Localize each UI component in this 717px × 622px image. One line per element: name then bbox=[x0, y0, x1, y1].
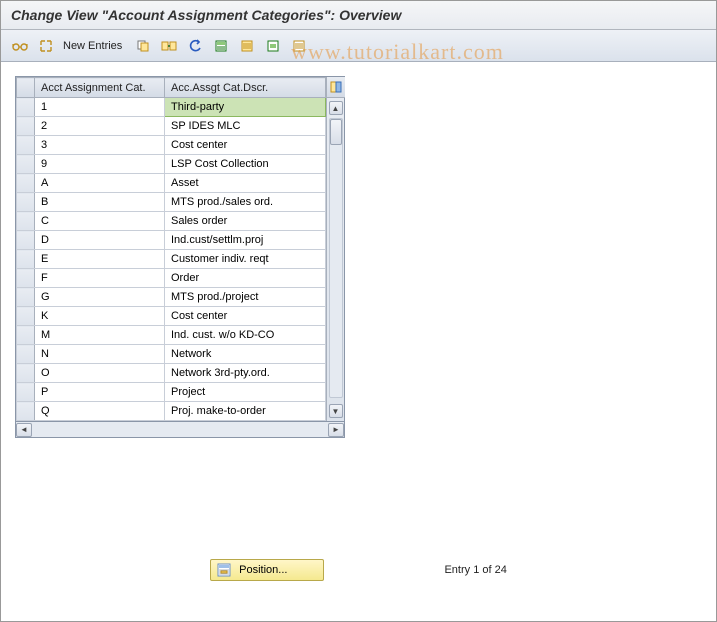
row-selector[interactable] bbox=[17, 250, 35, 269]
scroll-down-button[interactable]: ▼ bbox=[329, 404, 343, 418]
cell-desc[interactable]: Network 3rd-pty.ord. bbox=[165, 364, 326, 383]
cell-desc[interactable]: Project bbox=[165, 383, 326, 402]
row-selector[interactable] bbox=[17, 307, 35, 326]
toolbar: New Entries bbox=[1, 30, 716, 62]
position-icon bbox=[217, 563, 231, 577]
row-selector[interactable] bbox=[17, 117, 35, 136]
glasses-icon[interactable] bbox=[9, 36, 31, 56]
table-row[interactable]: CSales order bbox=[17, 212, 326, 231]
row-selector[interactable] bbox=[17, 212, 35, 231]
copy-icon[interactable] bbox=[132, 36, 154, 56]
table-row[interactable]: 1Third-party bbox=[17, 98, 326, 117]
cell-desc[interactable]: Cost center bbox=[165, 136, 326, 155]
config-columns-icon[interactable] bbox=[327, 77, 345, 98]
table-row[interactable]: 3Cost center bbox=[17, 136, 326, 155]
cell-desc[interactable]: Cost center bbox=[165, 307, 326, 326]
table-row[interactable]: ONetwork 3rd-pty.ord. bbox=[17, 364, 326, 383]
table-row[interactable]: BMTS prod./sales ord. bbox=[17, 193, 326, 212]
cell-desc[interactable]: MTS prod./sales ord. bbox=[165, 193, 326, 212]
cell-cat[interactable]: D bbox=[35, 231, 165, 250]
delimit-icon[interactable] bbox=[210, 36, 232, 56]
cell-cat[interactable]: 1 bbox=[35, 98, 165, 117]
cell-cat[interactable]: F bbox=[35, 269, 165, 288]
cell-desc[interactable]: Sales order bbox=[165, 212, 326, 231]
cell-cat[interactable]: C bbox=[35, 212, 165, 231]
scroll-left-button[interactable]: ◄ bbox=[16, 423, 32, 437]
cell-cat[interactable]: 3 bbox=[35, 136, 165, 155]
select-all-icon[interactable] bbox=[236, 36, 258, 56]
row-selector[interactable] bbox=[17, 155, 35, 174]
row-selector[interactable] bbox=[17, 136, 35, 155]
page-title: Change View "Account Assignment Categori… bbox=[1, 1, 716, 30]
cell-desc[interactable]: Order bbox=[165, 269, 326, 288]
table-row[interactable]: DInd.cust/settlm.proj bbox=[17, 231, 326, 250]
table-row[interactable]: 2SP IDES MLC bbox=[17, 117, 326, 136]
cell-desc[interactable]: Ind.cust/settlm.proj bbox=[165, 231, 326, 250]
row-selector[interactable] bbox=[17, 402, 35, 421]
cell-cat[interactable]: A bbox=[35, 174, 165, 193]
row-selector[interactable] bbox=[17, 269, 35, 288]
cell-cat[interactable]: E bbox=[35, 250, 165, 269]
table-row[interactable]: 9LSP Cost Collection bbox=[17, 155, 326, 174]
row-selector[interactable] bbox=[17, 193, 35, 212]
cell-cat[interactable]: K bbox=[35, 307, 165, 326]
row-selector[interactable] bbox=[17, 364, 35, 383]
deselect-all-icon[interactable] bbox=[288, 36, 310, 56]
cell-cat[interactable]: O bbox=[35, 364, 165, 383]
select-block-icon[interactable] bbox=[262, 36, 284, 56]
row-selector[interactable] bbox=[17, 231, 35, 250]
col-header-desc[interactable]: Acc.Assgt Cat.Dscr. bbox=[165, 78, 326, 98]
table-row[interactable]: ECustomer indiv. reqt bbox=[17, 250, 326, 269]
row-selector[interactable] bbox=[17, 288, 35, 307]
cell-cat[interactable]: G bbox=[35, 288, 165, 307]
cell-desc[interactable]: LSP Cost Collection bbox=[165, 155, 326, 174]
table-row[interactable]: MInd. cust. w/o KD-CO bbox=[17, 326, 326, 345]
copy-as-icon[interactable] bbox=[158, 36, 180, 56]
cell-desc[interactable]: Third-party bbox=[165, 98, 326, 117]
row-selector[interactable] bbox=[17, 98, 35, 117]
position-label: Position... bbox=[239, 564, 287, 576]
table-row[interactable]: PProject bbox=[17, 383, 326, 402]
cell-cat[interactable]: B bbox=[35, 193, 165, 212]
cell-cat[interactable]: Q bbox=[35, 402, 165, 421]
vertical-scrollbar: ▲ ▼ bbox=[326, 77, 344, 421]
cell-desc[interactable]: Proj. make-to-order bbox=[165, 402, 326, 421]
scroll-thumb[interactable] bbox=[330, 119, 342, 145]
expand-icon[interactable] bbox=[35, 36, 57, 56]
table-row[interactable]: FOrder bbox=[17, 269, 326, 288]
col-header-cat[interactable]: Acct Assignment Cat. bbox=[35, 78, 165, 98]
row-selector[interactable] bbox=[17, 383, 35, 402]
cell-desc[interactable]: Ind. cust. w/o KD-CO bbox=[165, 326, 326, 345]
cell-desc[interactable]: Network bbox=[165, 345, 326, 364]
table-row[interactable]: GMTS prod./project bbox=[17, 288, 326, 307]
cell-desc[interactable]: SP IDES MLC bbox=[165, 117, 326, 136]
cell-desc[interactable]: Customer indiv. reqt bbox=[165, 250, 326, 269]
table-row[interactable]: QProj. make-to-order bbox=[17, 402, 326, 421]
row-selector[interactable] bbox=[17, 326, 35, 345]
scroll-right-button[interactable]: ► bbox=[328, 423, 344, 437]
row-selector-header[interactable] bbox=[17, 78, 35, 98]
cell-cat[interactable]: 9 bbox=[35, 155, 165, 174]
cell-cat[interactable]: 2 bbox=[35, 117, 165, 136]
table-row[interactable]: AAsset bbox=[17, 174, 326, 193]
table-row[interactable]: KCost center bbox=[17, 307, 326, 326]
entry-counter: Entry 1 of 24 bbox=[444, 564, 506, 576]
scroll-track[interactable] bbox=[329, 118, 343, 398]
cell-cat[interactable]: N bbox=[35, 345, 165, 364]
cell-cat[interactable]: M bbox=[35, 326, 165, 345]
undo-icon[interactable] bbox=[184, 36, 206, 56]
cell-cat[interactable]: P bbox=[35, 383, 165, 402]
row-selector[interactable] bbox=[17, 345, 35, 364]
position-button[interactable]: Position... bbox=[210, 559, 324, 581]
cell-desc[interactable]: MTS prod./project bbox=[165, 288, 326, 307]
row-selector[interactable] bbox=[17, 174, 35, 193]
table-row[interactable]: NNetwork bbox=[17, 345, 326, 364]
horizontal-scrollbar: ◄ ► bbox=[15, 422, 345, 438]
new-entries-button[interactable]: New Entries bbox=[61, 40, 128, 52]
table: Acct Assignment Cat. Acc.Assgt Cat.Dscr.… bbox=[15, 76, 345, 422]
footer: Position... Entry 1 of 24 bbox=[1, 559, 716, 581]
cell-desc[interactable]: Asset bbox=[165, 174, 326, 193]
scroll-up-button[interactable]: ▲ bbox=[329, 101, 343, 115]
